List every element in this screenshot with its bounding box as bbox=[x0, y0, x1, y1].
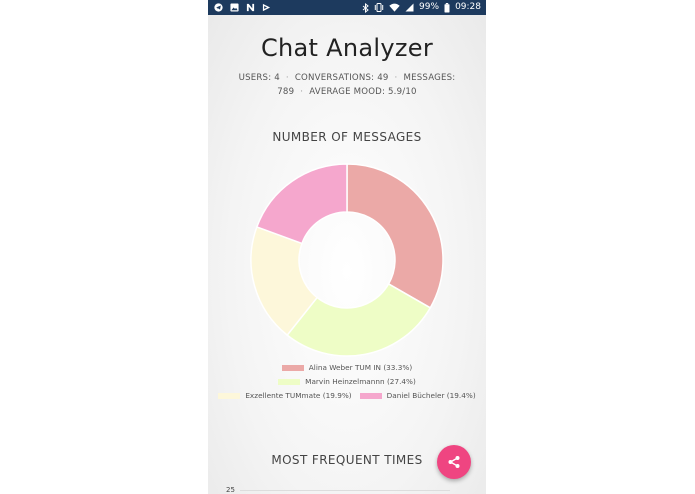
y-axis-tick: 25 bbox=[226, 486, 235, 494]
legend-swatch-3 bbox=[359, 392, 382, 399]
separator-dot: · bbox=[300, 86, 304, 97]
page-title: Chat Analyzer bbox=[260, 34, 434, 62]
messages-count: 789 bbox=[277, 86, 295, 97]
vibrate-icon bbox=[374, 3, 384, 12]
donut-slice-0[interactable] bbox=[346, 163, 444, 309]
signal-icon bbox=[405, 3, 414, 12]
wifi-icon bbox=[389, 3, 400, 12]
clock: 09:28 bbox=[455, 2, 481, 12]
legend-item-2[interactable]: Exzellente TUMmate (19.9%) bbox=[218, 391, 352, 400]
legend-item-3[interactable]: Daniel Bücheler (19.4%) bbox=[359, 391, 476, 400]
summary-stats: USERS: 4 · CONVERSATIONS: 49 · MESSAGES: 789… bbox=[224, 72, 470, 99]
average-mood: AVERAGE MOOD: 5.9/10 bbox=[309, 86, 417, 97]
legend-label-2: Exzellente TUMmate (19.9%) bbox=[245, 391, 352, 400]
legend-item-0[interactable]: Alina Weber TUM IN (33.3%) bbox=[281, 363, 413, 372]
separator-dot: · bbox=[285, 73, 289, 83]
battery-icon bbox=[444, 2, 450, 13]
users-count: USERS: 4 bbox=[238, 73, 280, 83]
bluetooth-icon bbox=[362, 2, 369, 13]
flag-icon bbox=[262, 3, 271, 12]
share-icon bbox=[447, 455, 461, 469]
messages-label: MESSAGES: bbox=[403, 73, 456, 83]
legend-swatch-2 bbox=[218, 392, 241, 399]
messages-chart-title: NUMBER OF MESSAGES bbox=[272, 130, 422, 144]
legend-swatch-1 bbox=[278, 378, 301, 385]
telegram-icon bbox=[214, 3, 223, 12]
legend-label-0: Alina Weber TUM IN (33.3%) bbox=[308, 363, 413, 372]
messages-donut-chart bbox=[250, 163, 444, 357]
share-button[interactable] bbox=[437, 445, 471, 479]
separator-dot: · bbox=[394, 73, 398, 83]
battery-level: 99% bbox=[419, 2, 440, 12]
legend-label-1: Marvin Heinzelmannn (27.4%) bbox=[305, 377, 416, 386]
image-icon bbox=[230, 3, 239, 12]
app-screen: 99% 09:28 Chat Analyzer USERS: 4 · CONVERS… bbox=[208, 0, 486, 494]
n-app-icon bbox=[246, 3, 255, 12]
status-bar: 99% 09:28 bbox=[208, 0, 486, 15]
conversations-count: CONVERSATIONS: 49 bbox=[294, 73, 389, 83]
legend-label-3: Daniel Bücheler (19.4%) bbox=[386, 391, 476, 400]
legend-item-1[interactable]: Marvin Heinzelmannn (27.4%) bbox=[278, 377, 416, 386]
gridline bbox=[240, 490, 450, 491]
donut-slice-3[interactable] bbox=[255, 163, 348, 245]
legend-swatch-0 bbox=[281, 364, 304, 371]
